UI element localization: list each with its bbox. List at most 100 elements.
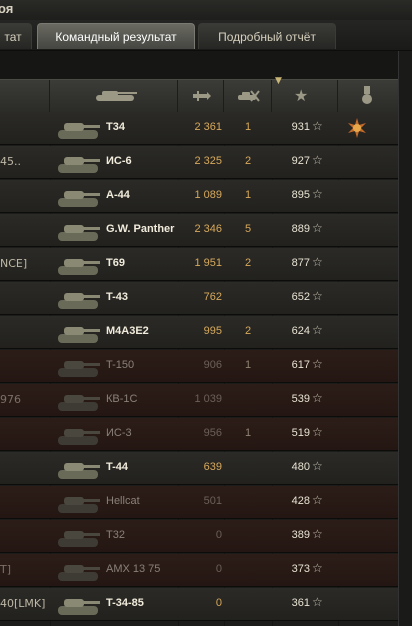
table-row[interactable]: NCE] T69 1 951 2 877 ☆ — [0, 248, 398, 281]
player-name: T] — [0, 563, 12, 576]
damage-value: 1 951 — [194, 257, 222, 269]
table-row[interactable]: T-44 639 480 ☆ — [0, 452, 398, 485]
damage-value: 1 039 — [194, 393, 222, 405]
xp-value: 361 — [291, 597, 310, 609]
star-icon: ☆ — [312, 323, 323, 337]
tank-name: AMX 13 75 — [106, 563, 161, 575]
star-icon: ☆ — [312, 493, 323, 507]
kills-icon — [238, 90, 260, 102]
star-icon: ☆ — [312, 527, 323, 541]
damage-value: 2 346 — [194, 223, 222, 235]
tank-name: T-43 — [106, 291, 129, 303]
table-row[interactable]: ИС-3 956 1 519 ☆ — [0, 418, 398, 451]
header-medal-column[interactable] — [338, 80, 398, 112]
header-tank-column[interactable] — [50, 80, 178, 112]
tank-name: A-44 — [106, 189, 130, 201]
star-icon: ★ — [294, 86, 309, 105]
star-icon: ☆ — [312, 561, 323, 575]
right-panel-edge — [398, 51, 412, 626]
star-icon: ☆ — [312, 391, 323, 405]
table-row[interactable]: A-44 1 089 1 895 ☆ — [0, 180, 398, 213]
damage-value: 639 — [203, 461, 222, 473]
tank-name: G.W. Panther — [106, 223, 175, 235]
header-damage-column[interactable] — [178, 80, 224, 112]
tank-image — [58, 497, 100, 513]
player-name: 40[LMK] — [0, 597, 46, 610]
xp-value: 373 — [291, 563, 310, 575]
tab-personal-result[interactable]: тат — [0, 23, 32, 49]
damage-value: 906 — [203, 359, 222, 371]
title-bar: оя — [0, 0, 412, 21]
star-icon: ☆ — [312, 255, 323, 269]
tank-name: T69 — [106, 257, 125, 269]
tank-name: Hellcat — [106, 495, 140, 507]
tank-image — [58, 599, 100, 615]
xp-value: 927 — [291, 155, 310, 167]
tank-image — [58, 293, 100, 309]
chevron-down-icon: ▼ — [275, 76, 282, 86]
player-name: 976 — [0, 393, 21, 406]
header-player-column[interactable] — [0, 80, 50, 112]
table-row[interactable]: G.W. Panther 2 346 5 889 ☆ — [0, 214, 398, 247]
tank-name: ИС-3 — [106, 427, 132, 439]
tank-image — [58, 123, 100, 139]
table-row[interactable]: T] AMX 13 75 0 373 ☆ — [0, 554, 398, 587]
table-header: ▼ ★ — [0, 76, 398, 113]
panel-divider — [0, 51, 412, 79]
tank-name: T-34-85 — [106, 597, 144, 609]
xp-value: 895 — [291, 189, 310, 201]
tank-name: M4A3E2 — [106, 325, 149, 337]
tab-label: Подробный отчёт — [218, 30, 316, 44]
tank-image — [58, 531, 100, 547]
tank-image — [58, 191, 100, 207]
tab-label: Командный результат — [55, 30, 177, 44]
kills-value: 1 — [244, 189, 252, 201]
xp-value: 877 — [291, 257, 310, 269]
table-row[interactable]: 45.. ИС-6 2 325 2 927 ☆ — [0, 146, 398, 179]
star-icon: ☆ — [312, 357, 323, 371]
star-icon: ☆ — [312, 221, 323, 235]
damage-value: 1 089 — [194, 189, 222, 201]
table-row[interactable]: T-43 762 652 ☆ — [0, 282, 398, 315]
tab-team-result[interactable]: Командный результат — [37, 23, 195, 49]
tab-detailed-report[interactable]: Подробный отчёт — [198, 23, 336, 49]
table-row[interactable]: T-150 906 1 617 ☆ — [0, 350, 398, 383]
table-row[interactable]: Hellcat 501 428 ☆ — [0, 486, 398, 519]
star-icon: ☆ — [312, 187, 323, 201]
player-name: 45.. — [0, 155, 21, 168]
kills-value: 1 — [244, 121, 252, 133]
damage-value: 0 — [215, 597, 222, 609]
damage-value: 2 325 — [194, 155, 222, 167]
header-xp-column[interactable]: ▼ ★ — [272, 76, 338, 112]
table-row[interactable]: M4A3E2 995 2 624 ☆ — [0, 316, 398, 349]
star-icon: ☆ — [312, 425, 323, 439]
header-kills-column[interactable] — [224, 80, 272, 112]
star-icon: ☆ — [312, 595, 323, 609]
kills-value: 1 — [244, 427, 252, 439]
xp-value: 624 — [291, 325, 310, 337]
xp-value: 389 — [291, 529, 310, 541]
table-row[interactable]: T32 0 389 ☆ — [0, 520, 398, 553]
table-row[interactable]: T34 2 361 1 931 ☆ — [0, 112, 398, 145]
xp-value: 652 — [291, 291, 310, 303]
damage-icon — [193, 91, 211, 101]
tank-name: T-150 — [106, 359, 135, 371]
tank-image — [58, 225, 100, 241]
xp-value: 480 — [291, 461, 310, 473]
tab-label: тат — [4, 30, 22, 44]
tank-name: ИС-6 — [106, 155, 132, 167]
medal-icon[interactable] — [346, 117, 368, 139]
xp-value: 428 — [291, 495, 310, 507]
star-icon: ☆ — [312, 289, 323, 303]
tank-image — [58, 463, 100, 479]
window-title: оя — [0, 1, 14, 16]
kills-value: 1 — [244, 359, 252, 371]
tab-bar: тат Командный результат Подробный отчёт — [0, 20, 412, 51]
tank-image — [58, 327, 100, 343]
star-icon: ☆ — [312, 153, 323, 167]
tank-image — [58, 361, 100, 377]
tank-image — [58, 395, 100, 411]
tank-name: КВ-1С — [106, 393, 138, 405]
table-row[interactable]: 40[LMK] T-34-85 0 361 ☆ — [0, 588, 398, 621]
table-row[interactable]: 976 КВ-1С 1 039 539 ☆ — [0, 384, 398, 417]
